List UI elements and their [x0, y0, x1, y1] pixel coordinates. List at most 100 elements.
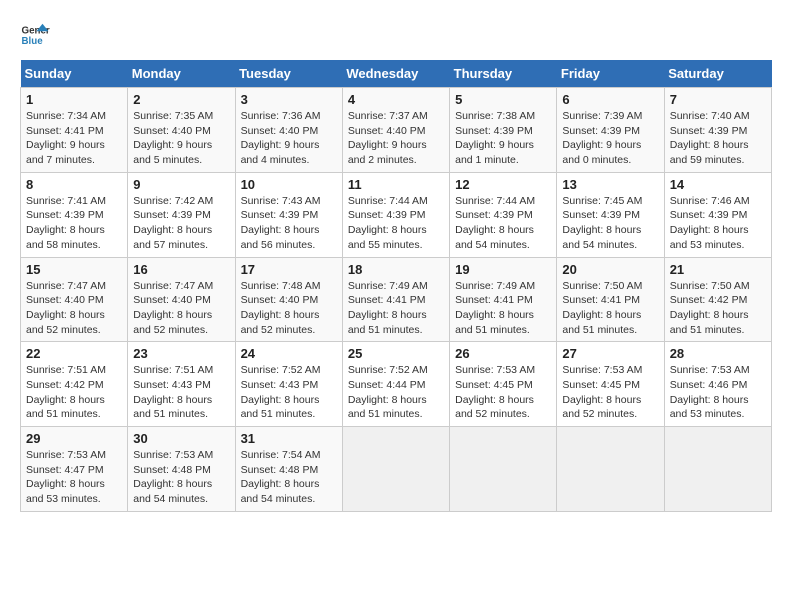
calendar-cell: 16 Sunrise: 7:47 AM Sunset: 4:40 PM Dayl…	[128, 257, 235, 342]
sunset-label: Sunset: 4:41 PM	[562, 294, 640, 306]
day-info: Sunrise: 7:45 AM Sunset: 4:39 PM Dayligh…	[562, 194, 658, 253]
sunset-label: Sunset: 4:41 PM	[455, 294, 533, 306]
weekday-header-saturday: Saturday	[664, 60, 771, 88]
day-info: Sunrise: 7:34 AM Sunset: 4:41 PM Dayligh…	[26, 109, 122, 168]
calendar-cell: 2 Sunrise: 7:35 AM Sunset: 4:40 PM Dayli…	[128, 88, 235, 173]
calendar-cell: 21 Sunrise: 7:50 AM Sunset: 4:42 PM Dayl…	[664, 257, 771, 342]
daylight-label: Daylight: 8 hours and 52 minutes.	[562, 394, 641, 421]
calendar-cell: 8 Sunrise: 7:41 AM Sunset: 4:39 PM Dayli…	[21, 172, 128, 257]
day-info: Sunrise: 7:36 AM Sunset: 4:40 PM Dayligh…	[241, 109, 337, 168]
sunset-label: Sunset: 4:41 PM	[26, 125, 104, 137]
sunset-label: Sunset: 4:48 PM	[241, 464, 319, 476]
sunset-label: Sunset: 4:39 PM	[133, 209, 211, 221]
day-number: 15	[26, 262, 122, 277]
day-info: Sunrise: 7:42 AM Sunset: 4:39 PM Dayligh…	[133, 194, 229, 253]
calendar-week-3: 15 Sunrise: 7:47 AM Sunset: 4:40 PM Dayl…	[21, 257, 772, 342]
day-info: Sunrise: 7:52 AM Sunset: 4:44 PM Dayligh…	[348, 363, 444, 422]
calendar-cell: 20 Sunrise: 7:50 AM Sunset: 4:41 PM Dayl…	[557, 257, 664, 342]
daylight-label: Daylight: 8 hours and 54 minutes.	[455, 224, 534, 251]
weekday-header-tuesday: Tuesday	[235, 60, 342, 88]
calendar-cell: 23 Sunrise: 7:51 AM Sunset: 4:43 PM Dayl…	[128, 342, 235, 427]
calendar-cell: 13 Sunrise: 7:45 AM Sunset: 4:39 PM Dayl…	[557, 172, 664, 257]
day-number: 30	[133, 431, 229, 446]
sunset-label: Sunset: 4:46 PM	[670, 379, 748, 391]
day-number: 31	[241, 431, 337, 446]
sunset-label: Sunset: 4:40 PM	[241, 125, 319, 137]
sunset-label: Sunset: 4:40 PM	[26, 294, 104, 306]
sunrise-label: Sunrise: 7:42 AM	[133, 195, 213, 207]
daylight-label: Daylight: 9 hours and 1 minute.	[455, 139, 534, 166]
day-number: 24	[241, 346, 337, 361]
day-number: 20	[562, 262, 658, 277]
sunset-label: Sunset: 4:40 PM	[133, 294, 211, 306]
sunrise-label: Sunrise: 7:53 AM	[562, 364, 642, 376]
sunset-label: Sunset: 4:43 PM	[133, 379, 211, 391]
sunrise-label: Sunrise: 7:35 AM	[133, 110, 213, 122]
day-number: 27	[562, 346, 658, 361]
calendar-cell: 12 Sunrise: 7:44 AM Sunset: 4:39 PM Dayl…	[450, 172, 557, 257]
weekday-header-monday: Monday	[128, 60, 235, 88]
daylight-label: Daylight: 8 hours and 51 minutes.	[133, 394, 212, 421]
weekday-header-thursday: Thursday	[450, 60, 557, 88]
sunrise-label: Sunrise: 7:53 AM	[455, 364, 535, 376]
day-number: 1	[26, 92, 122, 107]
sunrise-label: Sunrise: 7:51 AM	[26, 364, 106, 376]
sunrise-label: Sunrise: 7:48 AM	[241, 280, 321, 292]
daylight-label: Daylight: 8 hours and 54 minutes.	[562, 224, 641, 251]
sunset-label: Sunset: 4:45 PM	[455, 379, 533, 391]
daylight-label: Daylight: 8 hours and 51 minutes.	[348, 309, 427, 336]
day-info: Sunrise: 7:50 AM Sunset: 4:41 PM Dayligh…	[562, 279, 658, 338]
day-info: Sunrise: 7:41 AM Sunset: 4:39 PM Dayligh…	[26, 194, 122, 253]
day-info: Sunrise: 7:43 AM Sunset: 4:39 PM Dayligh…	[241, 194, 337, 253]
day-info: Sunrise: 7:47 AM Sunset: 4:40 PM Dayligh…	[26, 279, 122, 338]
sunrise-label: Sunrise: 7:36 AM	[241, 110, 321, 122]
daylight-label: Daylight: 8 hours and 56 minutes.	[241, 224, 320, 251]
day-info: Sunrise: 7:37 AM Sunset: 4:40 PM Dayligh…	[348, 109, 444, 168]
day-info: Sunrise: 7:53 AM Sunset: 4:46 PM Dayligh…	[670, 363, 766, 422]
day-info: Sunrise: 7:48 AM Sunset: 4:40 PM Dayligh…	[241, 279, 337, 338]
day-number: 10	[241, 177, 337, 192]
calendar-cell	[450, 427, 557, 512]
sunrise-label: Sunrise: 7:44 AM	[455, 195, 535, 207]
sunrise-label: Sunrise: 7:49 AM	[455, 280, 535, 292]
weekday-header-wednesday: Wednesday	[342, 60, 449, 88]
calendar-week-1: 1 Sunrise: 7:34 AM Sunset: 4:41 PM Dayli…	[21, 88, 772, 173]
calendar-cell: 28 Sunrise: 7:53 AM Sunset: 4:46 PM Dayl…	[664, 342, 771, 427]
sunrise-label: Sunrise: 7:53 AM	[670, 364, 750, 376]
daylight-label: Daylight: 8 hours and 55 minutes.	[348, 224, 427, 251]
day-info: Sunrise: 7:53 AM Sunset: 4:45 PM Dayligh…	[562, 363, 658, 422]
sunrise-label: Sunrise: 7:52 AM	[348, 364, 428, 376]
sunrise-label: Sunrise: 7:38 AM	[455, 110, 535, 122]
day-info: Sunrise: 7:35 AM Sunset: 4:40 PM Dayligh…	[133, 109, 229, 168]
day-info: Sunrise: 7:53 AM Sunset: 4:47 PM Dayligh…	[26, 448, 122, 507]
day-number: 29	[26, 431, 122, 446]
sunrise-label: Sunrise: 7:51 AM	[133, 364, 213, 376]
calendar-cell: 7 Sunrise: 7:40 AM Sunset: 4:39 PM Dayli…	[664, 88, 771, 173]
calendar-cell: 31 Sunrise: 7:54 AM Sunset: 4:48 PM Dayl…	[235, 427, 342, 512]
sunset-label: Sunset: 4:39 PM	[455, 125, 533, 137]
day-number: 6	[562, 92, 658, 107]
sunset-label: Sunset: 4:39 PM	[455, 209, 533, 221]
calendar-cell: 25 Sunrise: 7:52 AM Sunset: 4:44 PM Dayl…	[342, 342, 449, 427]
daylight-label: Daylight: 8 hours and 53 minutes.	[670, 224, 749, 251]
sunrise-label: Sunrise: 7:52 AM	[241, 364, 321, 376]
calendar-week-2: 8 Sunrise: 7:41 AM Sunset: 4:39 PM Dayli…	[21, 172, 772, 257]
calendar-cell: 5 Sunrise: 7:38 AM Sunset: 4:39 PM Dayli…	[450, 88, 557, 173]
sunrise-label: Sunrise: 7:47 AM	[26, 280, 106, 292]
day-number: 7	[670, 92, 766, 107]
calendar-cell: 19 Sunrise: 7:49 AM Sunset: 4:41 PM Dayl…	[450, 257, 557, 342]
day-info: Sunrise: 7:53 AM Sunset: 4:48 PM Dayligh…	[133, 448, 229, 507]
sunrise-label: Sunrise: 7:41 AM	[26, 195, 106, 207]
sunset-label: Sunset: 4:39 PM	[562, 209, 640, 221]
calendar-cell: 4 Sunrise: 7:37 AM Sunset: 4:40 PM Dayli…	[342, 88, 449, 173]
sunrise-label: Sunrise: 7:46 AM	[670, 195, 750, 207]
daylight-label: Daylight: 8 hours and 58 minutes.	[26, 224, 105, 251]
day-info: Sunrise: 7:50 AM Sunset: 4:42 PM Dayligh…	[670, 279, 766, 338]
sunset-label: Sunset: 4:42 PM	[26, 379, 104, 391]
sunset-label: Sunset: 4:39 PM	[241, 209, 319, 221]
calendar-week-5: 29 Sunrise: 7:53 AM Sunset: 4:47 PM Dayl…	[21, 427, 772, 512]
day-number: 23	[133, 346, 229, 361]
day-info: Sunrise: 7:54 AM Sunset: 4:48 PM Dayligh…	[241, 448, 337, 507]
sunset-label: Sunset: 4:40 PM	[133, 125, 211, 137]
sunset-label: Sunset: 4:41 PM	[348, 294, 426, 306]
